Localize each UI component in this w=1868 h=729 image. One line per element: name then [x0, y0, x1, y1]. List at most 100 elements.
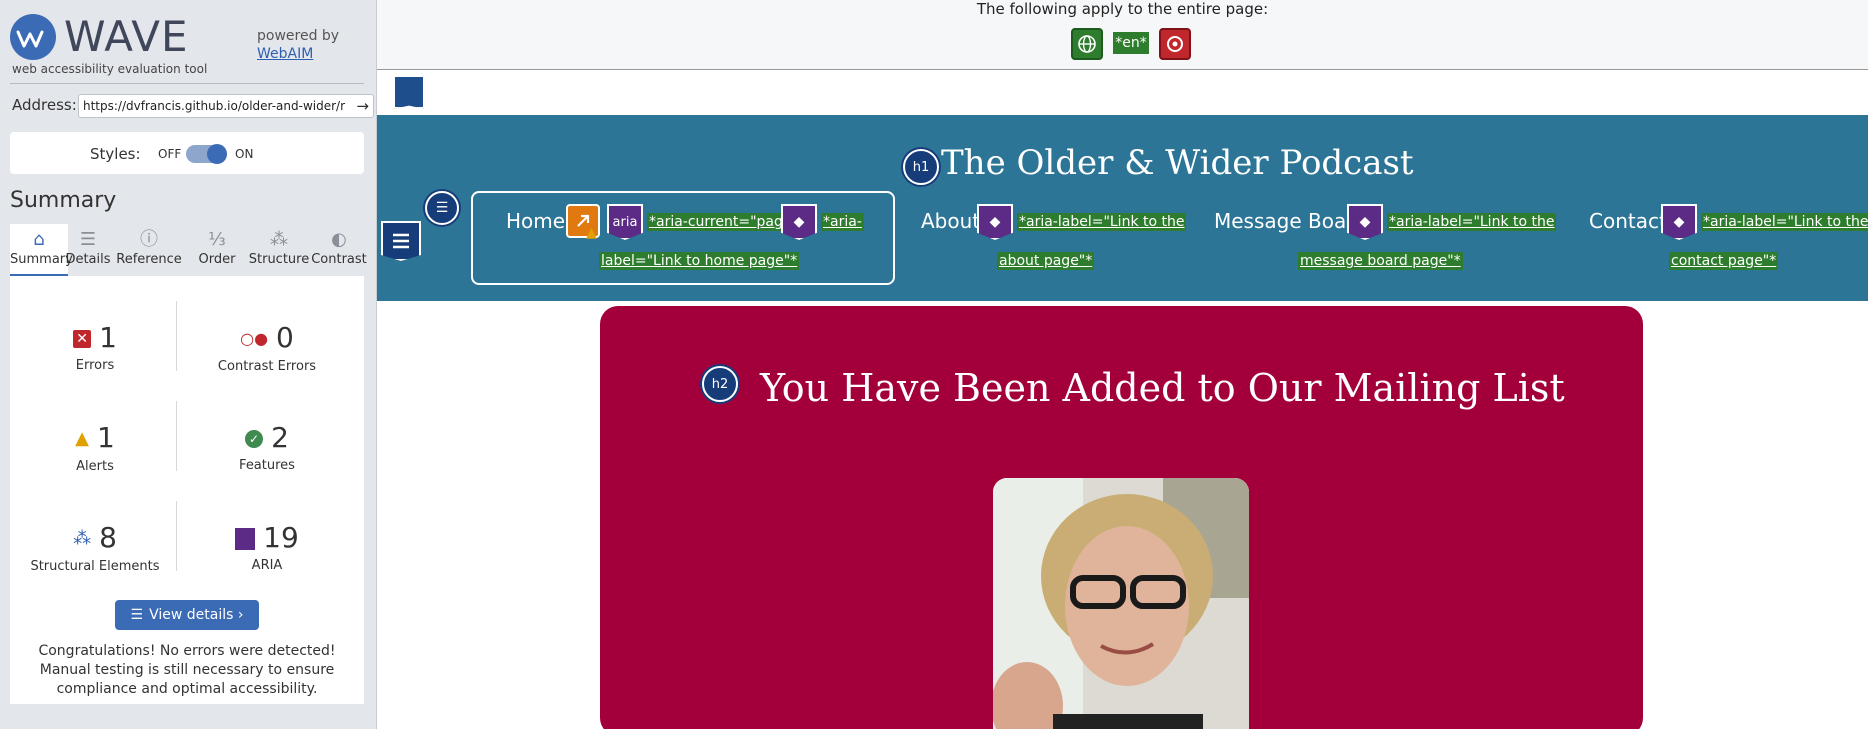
h2-badge-icon[interactable]: h2 — [702, 366, 738, 402]
nav-home-label[interactable]: Home — [506, 209, 565, 233]
address-label: Address: — [12, 96, 77, 114]
webaim-link[interactable]: WebAIM — [257, 45, 339, 63]
info-icon: ⓘ — [140, 229, 158, 250]
tag-icon[interactable]: ◆ — [977, 204, 1013, 240]
wave-brand: WAVE web accessibility evaluation tool p… — [10, 12, 370, 82]
aria-label-note: about page"* — [997, 252, 1095, 270]
tab-label: Contrast — [311, 252, 367, 267]
tab-label: Reference — [116, 252, 182, 267]
wave-logo-icon — [10, 14, 56, 60]
globe-icon[interactable] — [1071, 28, 1103, 60]
aria-badge-icon[interactable]: aria — [607, 204, 643, 240]
structure-icon: ⁂ — [73, 528, 92, 549]
features-count: 2 — [271, 421, 289, 454]
structural-count: 8 — [99, 521, 117, 554]
stat-features[interactable]: ✓ 2 Features — [182, 418, 352, 508]
stat-structural[interactable]: ⁂ 8 Structural Elements — [10, 518, 180, 608]
aria-count: 19 — [263, 521, 299, 554]
tab-label: Details — [65, 252, 111, 267]
contrast-icon: ◐ — [331, 229, 347, 250]
styles-label: Styles: — [90, 145, 141, 163]
nav-message-board-label[interactable]: Message Board — [1214, 209, 1367, 233]
summary-panel: ✕ 1 Errors ○● 0 Contrast Errors ▲ 1 Alerts … — [10, 276, 364, 704]
aria-label-note: *aria- — [821, 213, 864, 231]
list-icon: ☰ — [130, 607, 144, 623]
hero-title: You Have Been Added to Our Mailing List — [760, 366, 1565, 410]
toggle-knob — [207, 144, 227, 164]
powered-by-text: powered by — [257, 28, 340, 44]
nav-item-home[interactable] — [471, 191, 895, 285]
alert-icon: ▲ — [75, 428, 89, 449]
address-row: Address: https://dvfrancis.github.io/old… — [12, 94, 374, 118]
arrow-right-icon[interactable]: → — [356, 97, 369, 115]
stat-errors[interactable]: ✕ 1 Errors — [10, 318, 180, 408]
summary-heading: Summary — [10, 188, 117, 213]
errors-label: Errors — [75, 358, 115, 373]
nav-contact-label[interactable]: Contact — [1589, 209, 1667, 233]
sidebar-tabs: ⌂ Summary ☰ Details ⓘ Reference ⅓ Order … — [10, 224, 367, 276]
error-page-icon[interactable] — [1159, 28, 1191, 60]
view-details-button[interactable]: ☰ View details › — [115, 600, 259, 630]
h1-badge-icon[interactable]: h1 — [903, 149, 939, 185]
order-icon: ⅓ — [208, 229, 226, 250]
navigation-landmark-icon[interactable]: ☰ — [425, 191, 459, 225]
feature-check-icon: ✓ — [245, 430, 264, 448]
tab-structure[interactable]: ⁂ Structure — [246, 224, 312, 276]
aria-label-note: *aria-label="Link to the — [1387, 213, 1557, 231]
tab-label: Order — [198, 252, 236, 267]
stat-aria[interactable]: 19 ARIA — [182, 518, 352, 608]
wave-wordmark: WAVE — [64, 12, 189, 61]
wave-tagline: web accessibility evaluation tool — [12, 62, 208, 76]
structural-label: Structural Elements — [30, 559, 160, 574]
tab-details[interactable]: ☰ Details — [59, 224, 117, 276]
tab-reference[interactable]: ⓘ Reference — [114, 224, 184, 276]
powered-by: powered by WebAIM — [257, 27, 339, 63]
stat-contrast-errors[interactable]: ○● 0 Contrast Errors — [182, 318, 352, 408]
nav-about-label[interactable]: About — [921, 209, 980, 233]
divider — [10, 83, 364, 84]
hero-card: h2 You Have Been Added to Our Mailing Li… — [600, 306, 1643, 729]
alerts-count: 1 — [97, 421, 115, 454]
tab-order[interactable]: ⅓ Order — [188, 224, 246, 276]
site-title: The Older & Wider Podcast — [941, 143, 1414, 183]
styles-toggle[interactable] — [186, 144, 227, 164]
aria-label-note: message board page"* — [1298, 252, 1463, 270]
features-label: Features — [239, 458, 295, 473]
contrast-errors-count: 0 — [276, 321, 294, 354]
aria-label-note: label="Link to home page"* — [599, 252, 800, 270]
page-content: h1 The Older & Wider Podcast ☰ Home ▲ ar… — [377, 71, 1868, 729]
structure-icon: ⁂ — [270, 229, 288, 250]
styles-toggle-card: Styles: OFF ON — [10, 132, 364, 174]
list-icon: ☰ — [79, 229, 97, 250]
alert-icon: ▲ — [586, 225, 597, 241]
error-icon: ✕ — [73, 330, 92, 348]
address-input[interactable]: https://dvfrancis.github.io/older-and-wi… — [78, 94, 374, 118]
tag-icon[interactable]: ◆ — [781, 204, 817, 240]
divider — [176, 501, 177, 571]
tab-label: Structure — [248, 252, 310, 267]
divider — [176, 301, 177, 371]
tag-icon[interactable]: ◆ — [1347, 204, 1383, 240]
site-header: h1 The Older & Wider Podcast ☰ Home ▲ ar… — [377, 115, 1868, 301]
styles-on-label: ON — [235, 147, 254, 161]
page-level-bar: The following apply to the entire page: … — [377, 0, 1868, 70]
contrast-error-icon: ○● — [240, 329, 269, 348]
aria-icon — [235, 528, 256, 550]
list-landmark-icon[interactable] — [381, 221, 421, 261]
page-level-text: The following apply to the entire page: — [976, 0, 1269, 18]
tab-contrast[interactable]: ◐ Contrast — [310, 224, 368, 276]
aria-label-note: contact page"* — [1669, 252, 1779, 270]
view-details-label: View details › — [149, 607, 244, 623]
aria-landmark-icon[interactable] — [393, 75, 425, 109]
tag-icon[interactable]: ◆ — [1661, 204, 1697, 240]
wave-sidebar: WAVE web accessibility evaluation tool p… — [0, 0, 377, 729]
styles-off-label: OFF — [158, 147, 182, 161]
errors-count: 1 — [99, 321, 117, 354]
stat-alerts[interactable]: ▲ 1 Alerts — [10, 418, 180, 508]
contrast-errors-label: Contrast Errors — [217, 359, 317, 374]
language-tag[interactable]: *en* — [1113, 32, 1149, 54]
divider — [176, 401, 177, 471]
alerts-label: Alerts — [76, 459, 114, 474]
congrats-message: Congratulations! No errors were detected… — [38, 643, 336, 697]
aria-label: ARIA — [251, 558, 283, 573]
